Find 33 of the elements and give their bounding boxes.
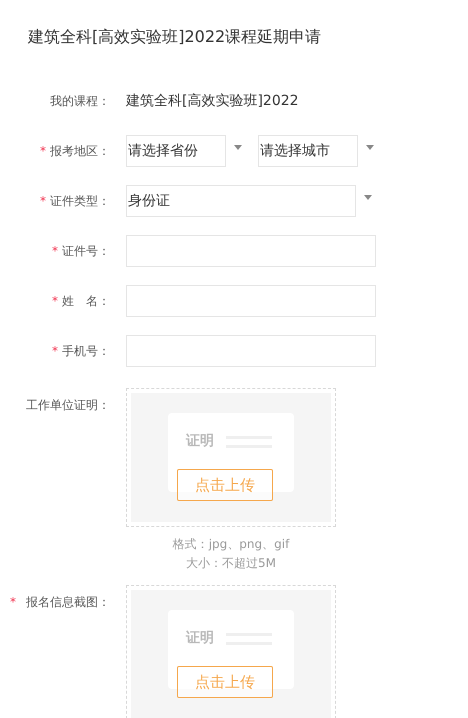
course-name: 建筑全科[高效实验班]2022 bbox=[126, 92, 299, 110]
field-label: 姓 名： bbox=[62, 293, 110, 310]
dropdown-caret-icon[interactable] bbox=[366, 144, 374, 150]
upload-area[interactable]: 证明 点击上传 bbox=[126, 585, 336, 718]
dropdown-caret-icon[interactable] bbox=[234, 144, 242, 150]
field-label: 报名信息截图： bbox=[26, 594, 110, 611]
upload-button[interactable]: 点击上传 bbox=[177, 469, 273, 501]
select-field[interactable]: 请选择城市 bbox=[258, 135, 358, 167]
required-asterisk: * bbox=[40, 193, 46, 210]
upload-hint: 大小：不超过5M bbox=[186, 555, 276, 572]
required-asterisk: * bbox=[52, 243, 58, 260]
card-text: 证明 bbox=[186, 432, 214, 451]
input-field[interactable] bbox=[126, 235, 376, 267]
field-label: 我的课程： bbox=[50, 93, 110, 110]
field-label: 证件号： bbox=[62, 243, 110, 260]
required-asterisk: * bbox=[10, 594, 16, 611]
field-label: 工作单位证明： bbox=[26, 397, 110, 414]
field-label: 报考地区： bbox=[50, 143, 110, 160]
input-field[interactable] bbox=[126, 335, 376, 367]
card-text: 证明 bbox=[186, 629, 214, 648]
upload-area[interactable]: 证明 点击上传 bbox=[126, 388, 336, 527]
required-asterisk: * bbox=[52, 293, 58, 310]
select-field[interactable]: 身份证 bbox=[126, 185, 356, 217]
upload-hint: 格式：jpg、png、gif bbox=[172, 536, 290, 553]
select-field[interactable]: 请选择省份 bbox=[126, 135, 226, 167]
input-field[interactable] bbox=[126, 285, 376, 317]
dropdown-caret-icon[interactable] bbox=[364, 194, 372, 200]
required-asterisk: * bbox=[40, 143, 46, 160]
upload-button[interactable]: 点击上传 bbox=[177, 666, 273, 698]
required-asterisk: * bbox=[52, 343, 58, 360]
page-title: 建筑全科[高效实验班]2022课程延期申请 bbox=[26, 26, 322, 48]
field-label: 手机号： bbox=[62, 343, 110, 360]
field-label: 证件类型： bbox=[50, 193, 110, 210]
